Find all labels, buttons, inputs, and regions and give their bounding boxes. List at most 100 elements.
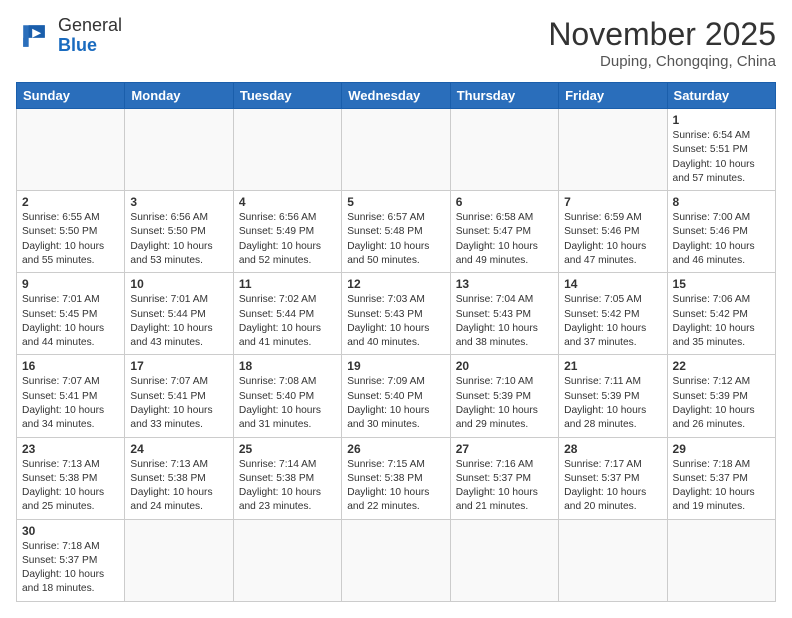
calendar-week-row: 23 Sunrise: 7:13 AMSunset: 5:38 PMDayligh…	[17, 437, 776, 519]
calendar-cell: 8 Sunrise: 7:00 AMSunset: 5:46 PMDaylight…	[667, 191, 775, 273]
day-info: Sunrise: 7:07 AMSunset: 5:41 PMDaylight:…	[130, 375, 227, 432]
calendar-cell: 24 Sunrise: 7:13 AMSunset: 5:38 PMDayligh…	[125, 437, 233, 519]
day-info: Sunrise: 7:06 AMSunset: 5:42 PMDaylight:…	[673, 293, 770, 350]
location-subtitle: Duping, Chongqing, China	[548, 53, 776, 70]
day-info: Sunrise: 7:01 AMSunset: 5:45 PMDaylight:…	[22, 293, 119, 350]
day-number: 2	[22, 195, 119, 209]
day-number: 20	[456, 359, 553, 373]
calendar-week-row: 9 Sunrise: 7:01 AMSunset: 5:45 PMDaylight…	[17, 273, 776, 355]
day-number: 3	[130, 195, 227, 209]
day-info: Sunrise: 6:56 AMSunset: 5:49 PMDaylight:…	[239, 211, 336, 268]
day-info: Sunrise: 7:11 AMSunset: 5:39 PMDaylight:…	[564, 375, 661, 432]
calendar-cell: 18Sunrise: 7:08 AMSunset: 5:40 PMDayligh…	[233, 355, 341, 437]
day-number: 15	[673, 277, 770, 291]
day-number: 7	[564, 195, 661, 209]
calendar-cell	[450, 519, 558, 601]
day-number: 18	[239, 359, 336, 373]
calendar-cell: 10 Sunrise: 7:01 AMSunset: 5:44 PMDayligh…	[125, 273, 233, 355]
logo-general: General	[58, 16, 122, 36]
day-info: Sunrise: 7:16 AMSunset: 5:37 PMDaylight:…	[456, 458, 553, 515]
logo-text: General Blue	[58, 16, 122, 56]
calendar-cell: 14 Sunrise: 7:05 AMSunset: 5:42 PMDayligh…	[559, 273, 667, 355]
calendar-week-row: 2 Sunrise: 6:55 AMSunset: 5:50 PMDaylight…	[17, 191, 776, 273]
day-info: Sunrise: 7:05 AMSunset: 5:42 PMDaylight:…	[564, 293, 661, 350]
day-number: 26	[347, 442, 444, 456]
calendar-table: SundayMondayTuesdayWednesdayThursdayFrid…	[16, 82, 776, 602]
weekday-header-row: SundayMondayTuesdayWednesdayThursdayFrid…	[17, 83, 776, 109]
day-number: 24	[130, 442, 227, 456]
day-number: 27	[456, 442, 553, 456]
day-number: 10	[130, 277, 227, 291]
day-info: Sunrise: 7:00 AMSunset: 5:46 PMDaylight:…	[673, 211, 770, 268]
calendar-week-row: 1Sunrise: 6:54 AMSunset: 5:51 PMDaylight…	[17, 109, 776, 191]
calendar-cell	[233, 109, 341, 191]
calendar-cell	[233, 519, 341, 601]
day-number: 16	[22, 359, 119, 373]
calendar-cell	[667, 519, 775, 601]
calendar-cell: 3 Sunrise: 6:56 AMSunset: 5:50 PMDaylight…	[125, 191, 233, 273]
day-number: 1	[673, 113, 770, 127]
page: General Blue November 2025 Duping, Chong…	[0, 0, 792, 618]
day-number: 4	[239, 195, 336, 209]
weekday-header-thursday: Thursday	[450, 83, 558, 109]
day-number: 9	[22, 277, 119, 291]
day-info: Sunrise: 7:18 AMSunset: 5:37 PMDaylight:…	[673, 458, 770, 515]
day-info: Sunrise: 6:59 AMSunset: 5:46 PMDaylight:…	[564, 211, 661, 268]
calendar-cell: 20Sunrise: 7:10 AMSunset: 5:39 PMDayligh…	[450, 355, 558, 437]
calendar-cell: 11Sunrise: 7:02 AMSunset: 5:44 PMDayligh…	[233, 273, 341, 355]
day-info: Sunrise: 7:12 AMSunset: 5:39 PMDaylight:…	[673, 375, 770, 432]
calendar-cell: 26Sunrise: 7:15 AMSunset: 5:38 PMDayligh…	[342, 437, 450, 519]
calendar-cell	[450, 109, 558, 191]
calendar-cell: 17Sunrise: 7:07 AMSunset: 5:41 PMDayligh…	[125, 355, 233, 437]
calendar-cell: 4 Sunrise: 6:56 AMSunset: 5:49 PMDaylight…	[233, 191, 341, 273]
calendar-cell: 27 Sunrise: 7:16 AMSunset: 5:37 PMDayligh…	[450, 437, 558, 519]
calendar-cell: 12Sunrise: 7:03 AMSunset: 5:43 PMDayligh…	[342, 273, 450, 355]
day-number: 19	[347, 359, 444, 373]
day-info: Sunrise: 6:57 AMSunset: 5:48 PMDaylight:…	[347, 211, 444, 268]
calendar-cell: 15 Sunrise: 7:06 AMSunset: 5:42 PMDayligh…	[667, 273, 775, 355]
day-number: 13	[456, 277, 553, 291]
day-info: Sunrise: 7:13 AMSunset: 5:38 PMDaylight:…	[130, 458, 227, 515]
weekday-header-monday: Monday	[125, 83, 233, 109]
day-number: 30	[22, 524, 119, 538]
weekday-header-sunday: Sunday	[17, 83, 125, 109]
day-info: Sunrise: 7:07 AMSunset: 5:41 PMDaylight:…	[22, 375, 119, 432]
day-number: 8	[673, 195, 770, 209]
day-number: 21	[564, 359, 661, 373]
day-number: 5	[347, 195, 444, 209]
calendar-cell: 9 Sunrise: 7:01 AMSunset: 5:45 PMDaylight…	[17, 273, 125, 355]
calendar-cell	[559, 519, 667, 601]
day-info: Sunrise: 7:02 AMSunset: 5:44 PMDaylight:…	[239, 293, 336, 350]
weekday-header-friday: Friday	[559, 83, 667, 109]
calendar-cell	[342, 109, 450, 191]
calendar-cell: 30 Sunrise: 7:18 AMSunset: 5:37 PMDayligh…	[17, 519, 125, 601]
logo: General Blue	[16, 16, 122, 56]
calendar-cell: 22 Sunrise: 7:12 AMSunset: 5:39 PMDayligh…	[667, 355, 775, 437]
day-info: Sunrise: 6:55 AMSunset: 5:50 PMDaylight:…	[22, 211, 119, 268]
day-info: Sunrise: 7:17 AMSunset: 5:37 PMDaylight:…	[564, 458, 661, 515]
calendar-cell: 21 Sunrise: 7:11 AMSunset: 5:39 PMDayligh…	[559, 355, 667, 437]
calendar-cell	[559, 109, 667, 191]
day-number: 22	[673, 359, 770, 373]
calendar-week-row: 30 Sunrise: 7:18 AMSunset: 5:37 PMDayligh…	[17, 519, 776, 601]
calendar-cell: 1Sunrise: 6:54 AMSunset: 5:51 PMDaylight…	[667, 109, 775, 191]
day-number: 23	[22, 442, 119, 456]
day-info: Sunrise: 6:56 AMSunset: 5:50 PMDaylight:…	[130, 211, 227, 268]
calendar-cell: 7 Sunrise: 6:59 AMSunset: 5:46 PMDaylight…	[559, 191, 667, 273]
weekday-header-tuesday: Tuesday	[233, 83, 341, 109]
day-info: Sunrise: 7:03 AMSunset: 5:43 PMDaylight:…	[347, 293, 444, 350]
weekday-header-wednesday: Wednesday	[342, 83, 450, 109]
day-info: Sunrise: 6:58 AMSunset: 5:47 PMDaylight:…	[456, 211, 553, 268]
day-number: 14	[564, 277, 661, 291]
day-info: Sunrise: 7:01 AMSunset: 5:44 PMDaylight:…	[130, 293, 227, 350]
calendar-cell: 28 Sunrise: 7:17 AMSunset: 5:37 PMDayligh…	[559, 437, 667, 519]
general-blue-logo-icon	[16, 18, 52, 54]
calendar-cell: 2 Sunrise: 6:55 AMSunset: 5:50 PMDaylight…	[17, 191, 125, 273]
day-number: 28	[564, 442, 661, 456]
weekday-header-saturday: Saturday	[667, 83, 775, 109]
day-info: Sunrise: 7:18 AMSunset: 5:37 PMDaylight:…	[22, 540, 119, 597]
day-info: Sunrise: 7:04 AMSunset: 5:43 PMDaylight:…	[456, 293, 553, 350]
day-info: Sunrise: 7:14 AMSunset: 5:38 PMDaylight:…	[239, 458, 336, 515]
calendar-cell: 29Sunrise: 7:18 AMSunset: 5:37 PMDayligh…	[667, 437, 775, 519]
day-number: 25	[239, 442, 336, 456]
